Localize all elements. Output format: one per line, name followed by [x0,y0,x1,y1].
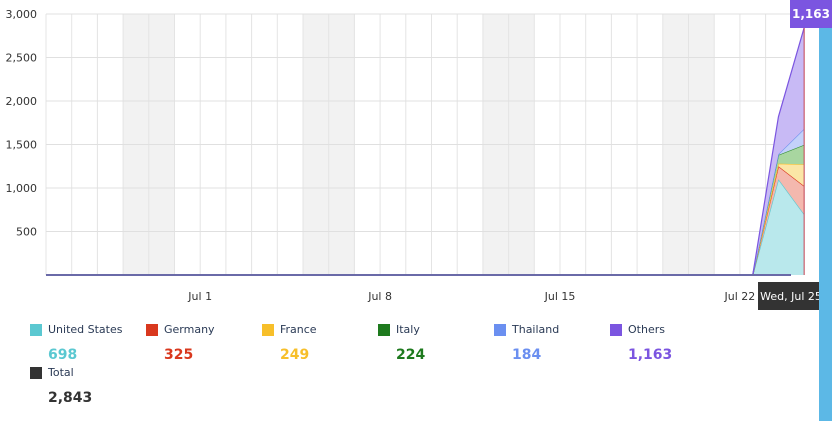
y-tick-label: 500 [16,226,37,239]
legend-swatch [262,324,274,336]
legend-name: Italy [396,323,420,336]
legend-swatch [146,324,158,336]
y-tick-label: 2,000 [6,95,38,108]
legend-value: 249 [280,347,310,363]
legend-swatch [30,324,42,336]
x-tick-label: Jul 1 [187,290,212,303]
value-tooltip-text: 1,163 [792,7,830,21]
y-tick-label: 1,000 [6,182,38,195]
legend-name: Thailand [512,323,560,336]
legend-value: 2,843 [48,390,93,406]
legend-value: 325 [164,347,194,363]
y-tick-label: 3,000 [6,8,38,21]
legend-value: 1,163 [628,347,673,363]
x-tick-label: Jul 8 [367,290,392,303]
legend-name: Others [628,323,665,336]
legend-swatch [378,324,390,336]
date-tooltip-text: Wed, Jul 25 [760,290,822,303]
legend-name: France [280,323,317,336]
legend-value: 224 [396,347,426,363]
legend-name: United States [48,323,123,336]
vertical-scrollbar[interactable] [819,28,832,421]
y-tick-label: 1,500 [6,139,38,152]
legend-swatch [610,324,622,336]
x-tick-label: Jul 22 [724,290,756,303]
legend-swatch [30,367,42,379]
legend-name: Total [48,366,74,379]
legend-name: Germany [164,323,215,336]
legend-value: 698 [48,347,78,363]
x-tick-label: Jul 15 [544,290,576,303]
legend-swatch [494,324,506,336]
legend-value: 184 [512,347,542,363]
y-tick-label: 2,500 [6,52,38,65]
